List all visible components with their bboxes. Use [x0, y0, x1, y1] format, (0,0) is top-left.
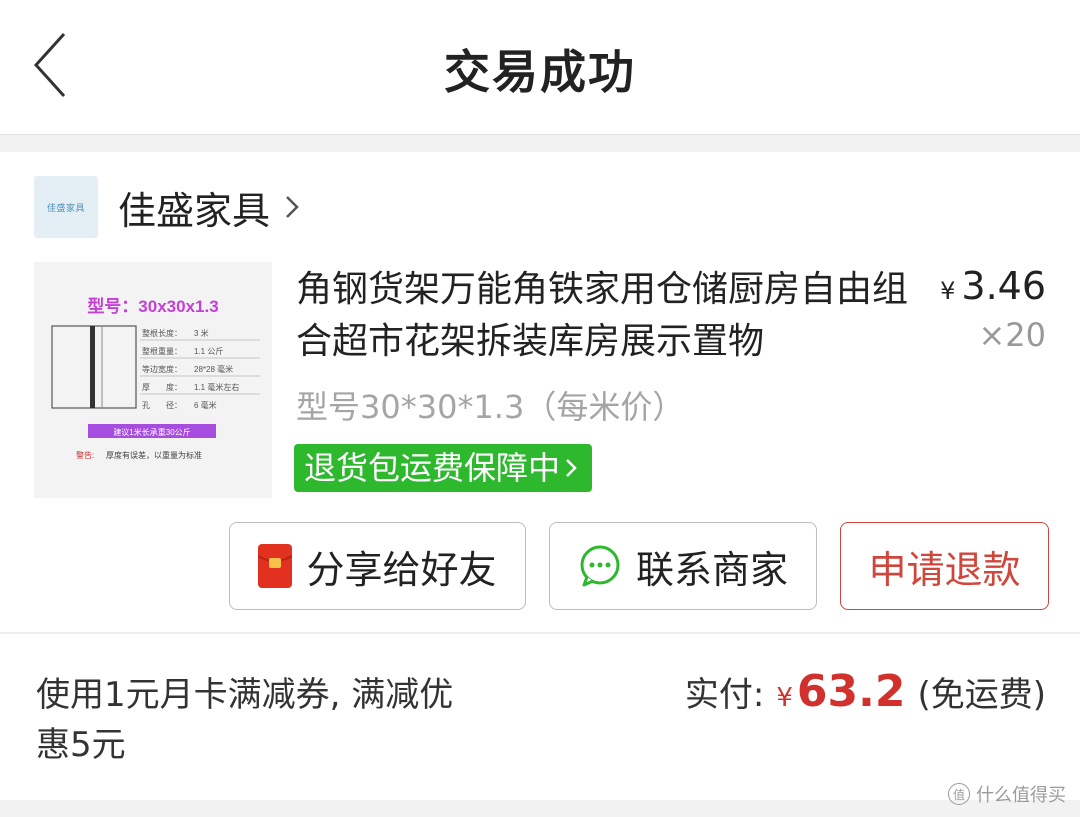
order-card: 佳盛家具 佳盛家具 型号：30x30x1.3 整根长度： 3 米 整根重量： 1…	[0, 152, 1080, 632]
spec-val-1: 1.1 公斤	[194, 346, 223, 356]
paid-total: 实付: ¥ 63.2 (免运费)	[685, 666, 1046, 717]
watermark-logo-icon: 值	[948, 783, 970, 805]
paid-label: 实付:	[684, 675, 765, 715]
spec-key-0: 整根长度：	[142, 328, 182, 338]
shop-logo: 佳盛家具	[34, 176, 98, 238]
share-label: 分享给好友	[306, 547, 497, 592]
quantity: ×20	[978, 316, 1046, 354]
shop-link[interactable]: 佳盛家具 佳盛家具	[34, 176, 302, 238]
watermark: 值 什么值得买	[948, 781, 1066, 807]
shop-logo-text: 佳盛家具	[46, 203, 85, 214]
thumb-model: 型号：30x30x1.3	[87, 296, 218, 316]
red-envelope-icon	[258, 544, 293, 588]
chevron-right-icon	[566, 459, 577, 477]
coupon-note: 使用1元月卡满减券, 满减优惠5元	[36, 675, 454, 765]
spec-key-1: 整根重量：	[142, 346, 182, 356]
badge-label: 退货包运费保障中	[304, 449, 561, 487]
product-title[interactable]: 角钢货架万能角铁家用仓储厨房自由组合超市花架拆装库房展示置物	[296, 264, 916, 368]
shipping-note: (免运费)	[917, 675, 1046, 715]
paid-currency: ¥	[776, 683, 793, 713]
top-bar: 交易成功	[0, 0, 1080, 135]
payment-summary: 使用1元月卡满减券, 满减优惠5元 实付: ¥ 63.2 (免运费)	[0, 634, 1080, 800]
refund-button[interactable]: 申请退款	[840, 522, 1049, 610]
price-currency: ¥	[940, 277, 956, 305]
price-amount: 3.46	[961, 264, 1046, 308]
refund-label: 申请退款	[868, 547, 1021, 592]
spec-key-2: 等边宽度：	[142, 364, 182, 374]
chevron-right-icon	[286, 196, 299, 218]
thumb-warn-text: 厚度有误差，以重量为标准	[106, 450, 202, 460]
shop-name: 佳盛家具	[118, 188, 271, 233]
thumb-warn-label: 警告:	[76, 450, 94, 460]
return-shipping-badge[interactable]: 退货包运费保障中	[294, 444, 593, 492]
chat-bubble-icon	[580, 545, 620, 587]
paid-amount: 63.2	[796, 666, 906, 717]
contact-label: 联系商家	[635, 547, 788, 592]
spec-val-4: 6 毫米	[194, 400, 217, 410]
spec-val-2: 28*28 毫米	[194, 364, 233, 374]
spec-val-3: 1.1 毫米左右	[194, 382, 239, 392]
spec-key-3: 厚 度：	[142, 382, 182, 392]
watermark-text: 什么值得买	[976, 785, 1066, 806]
share-button[interactable]: 分享给好友	[229, 522, 526, 610]
thumb-load-tip: 建议1米长承重30公斤	[113, 427, 190, 437]
unit-price: ¥3.46	[940, 264, 1046, 308]
spec-val-0: 3 米	[194, 328, 209, 338]
product-thumbnail[interactable]: 型号：30x30x1.3 整根长度： 3 米 整根重量： 1.1 公斤 等边宽度…	[34, 262, 272, 498]
product-variant: 型号30*30*1.3（每米价）	[296, 388, 685, 426]
spec-key-4: 孔 径：	[142, 400, 182, 410]
contact-seller-button[interactable]: 联系商家	[549, 522, 817, 610]
product-spec-image: 型号：30x30x1.3 整根长度： 3 米 整根重量： 1.1 公斤 等边宽度…	[34, 262, 272, 498]
page-title: 交易成功	[444, 45, 636, 99]
